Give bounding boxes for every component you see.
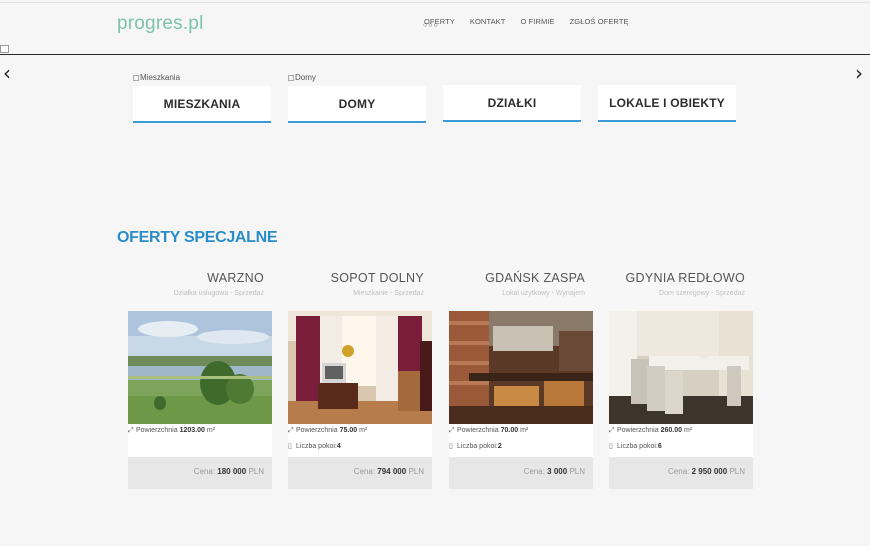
offer-price: Cena: 2 950 000 PLN [668, 467, 745, 476]
offer-area: ⤢ Powierzchnia 1203.00 m² [128, 427, 216, 434]
broken-image-icon [0, 45, 9, 53]
top-divider [0, 2, 870, 3]
nav-item-zglos-oferte[interactable]: ZGŁOŚ OFERTĘ [570, 17, 629, 26]
offer-card[interactable]: SOPOT DOLNY Mieszkanie - Sprzedaż ⤢ Powie… [288, 262, 432, 489]
offer-rooms: ▯ Liczba pokoi:2 [449, 443, 502, 450]
offer-card-header [288, 262, 432, 311]
offer-title[interactable]: GDYNIA REDŁOWO [626, 271, 746, 285]
category-mieszkania-button[interactable]: MIESZKANIA [133, 86, 271, 123]
offer-subtitle: Lokal użytkowy - Wynajem [502, 290, 585, 297]
offer-price: Cena: 180 000 PLN [193, 467, 264, 476]
offer-photo-restaurant-interior[interactable] [449, 311, 593, 424]
resize-arrow-icon: ⤢ [609, 427, 615, 434]
offer-rooms: ▯ Liczba pokoi:6 [609, 443, 662, 450]
door-icon: ▯ [609, 443, 613, 450]
resize-arrow-icon: ⤢ [288, 427, 294, 434]
door-icon: ▯ [449, 443, 453, 450]
offer-photo-lake-landscape[interactable] [128, 311, 272, 424]
category-image-alt: Domy [295, 73, 316, 82]
offer-price-bar: Cena: 2 950 000 PLN [609, 457, 753, 489]
main-nav: OFERTY KONTAKT O FIRMIE ZGŁOŚ OFERTĘ [424, 17, 644, 26]
offer-price: Cena: 794 000 PLN [353, 467, 424, 476]
door-icon: ▯ [288, 443, 292, 450]
slider-top-border [0, 54, 870, 55]
slider-prev-button[interactable]: ‹ [3, 63, 11, 83]
offer-price-bar: Cena: 3 000 PLN [449, 457, 593, 489]
offer-title[interactable]: GDAŃSK ZASPA [485, 271, 585, 285]
category-image-mieszkania: Mieszkania [133, 73, 180, 82]
offer-area: ⤢ Powierzchnia 260.00 m² [609, 427, 693, 434]
offer-area: ⤢ Powierzchnia 70.00 m² [449, 427, 529, 434]
category-domy-button[interactable]: DOMY [288, 86, 426, 123]
resize-arrow-icon: ⤢ [449, 427, 455, 434]
offer-subtitle: Mieszkanie - Sprzedaż [353, 290, 424, 297]
offer-photo-dining-room[interactable] [609, 311, 753, 424]
broken-image-icon [288, 75, 294, 81]
broken-image-icon [133, 75, 139, 81]
offer-area: ⤢ Powierzchnia 75.00 m² [288, 427, 368, 434]
offer-price-bar: Cena: 180 000 PLN [128, 457, 272, 489]
category-image-alt: Mieszkania [140, 73, 181, 82]
section-title-oferty-specjalne: OFERTY SPECJALNE [117, 229, 278, 246]
offer-title[interactable]: WARZNO [207, 271, 264, 285]
offer-card[interactable]: GDAŃSK ZASPA Lokal użytkowy - Wynajem ⤢ P… [449, 262, 593, 489]
loader-dots: ○○○ [423, 22, 439, 29]
slider-next-button[interactable]: › [855, 63, 863, 83]
offer-photo-living-room[interactable] [288, 311, 432, 424]
site-logo[interactable]: progres.pl [117, 13, 204, 35]
category-image-domy: Domy [288, 73, 316, 82]
offer-card[interactable]: GDYNIA REDŁOWO Dom szeregowy - Sprzedaż … [609, 262, 753, 489]
offer-rooms: ▯ Liczba pokoi:4 [288, 443, 341, 450]
offer-title[interactable]: SOPOT DOLNY [331, 271, 424, 285]
offer-price-bar: Cena: 794 000 PLN [288, 457, 432, 489]
offer-subtitle: Dom szeregowy - Sprzedaż [659, 290, 745, 297]
nav-item-o-firmie[interactable]: O FIRMIE [520, 17, 554, 26]
nav-item-kontakt[interactable]: KONTAKT [470, 17, 506, 26]
category-lokale-button[interactable]: LOKALE I OBIEKTY [598, 85, 736, 122]
category-dzialki-button[interactable]: DZIAŁKI [443, 85, 581, 122]
offer-price: Cena: 3 000 PLN [523, 467, 585, 476]
offer-card-header [449, 262, 593, 311]
resize-arrow-icon: ⤢ [128, 427, 134, 434]
offer-card-header [609, 262, 753, 311]
offer-card[interactable]: WARZNO Działka usługowa - Sprzedaż ⤢ Powi… [128, 262, 272, 489]
offer-subtitle: Działka usługowa - Sprzedaż [173, 290, 264, 297]
offer-card-header [128, 262, 272, 311]
